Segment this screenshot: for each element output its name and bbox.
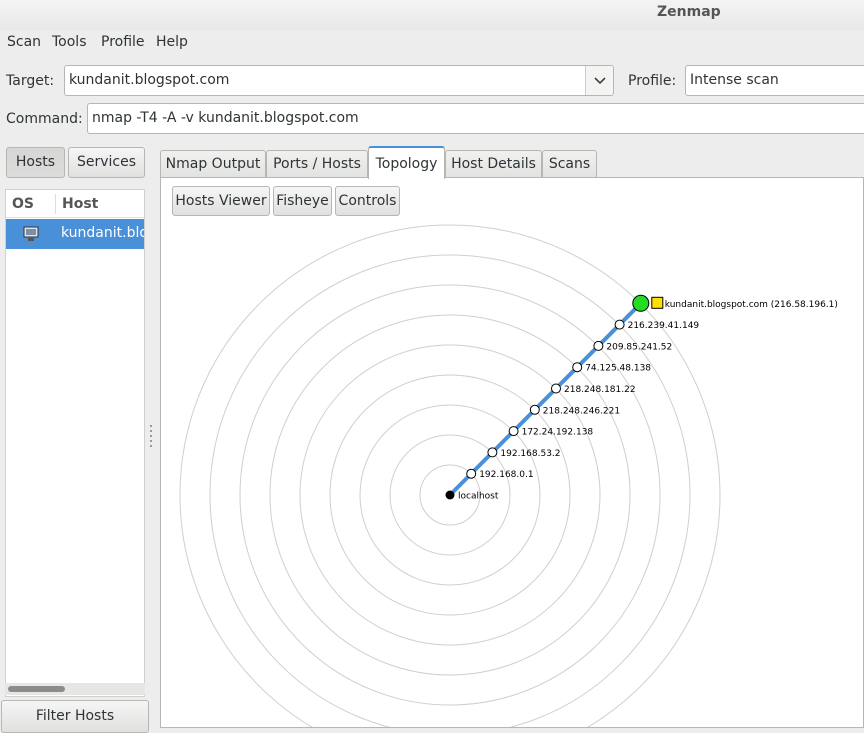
services-button[interactable]: Services — [68, 147, 145, 178]
monitor-icon — [23, 226, 39, 241]
menu-tools[interactable]: Tools — [52, 34, 87, 50]
command-label: Command: — [6, 111, 83, 127]
topology-edge — [448, 301, 643, 497]
node-label: localhost — [458, 492, 499, 502]
host-row[interactable]: kundanit.blog — [6, 219, 144, 249]
window-title: Zenmap — [657, 4, 721, 20]
column-host[interactable]: Host — [62, 196, 98, 212]
tab-topology[interactable]: Topology — [368, 146, 445, 179]
hosts-list: OS Host kundanit.blog — [5, 189, 145, 697]
target-label: Target: — [6, 73, 55, 89]
node-hop[interactable]: 218.248.246.221 — [529, 404, 620, 416]
node-hop[interactable]: 74.125.48.138 — [572, 362, 652, 374]
node-hop[interactable]: 209.85.241.52 — [593, 340, 672, 352]
title-bar: Zenmap — [0, 0, 864, 30]
hosts-list-header: OS Host — [6, 190, 144, 218]
chevron-down-icon — [594, 77, 606, 85]
node-label: 218.248.181.22 — [564, 385, 636, 395]
target-dropdown-button[interactable] — [585, 66, 613, 95]
node-hop[interactable]: 216.239.41.149 — [614, 319, 700, 331]
topology-panel: Hosts Viewer Fisheye Controls localhost 1… — [160, 177, 864, 728]
tab-ports-hosts[interactable]: Ports / Hosts — [266, 150, 368, 178]
tab-nmap-output[interactable]: Nmap Output — [160, 150, 266, 178]
scrollbar-thumb[interactable] — [8, 686, 65, 692]
menu-scan[interactable]: Scan — [7, 34, 41, 50]
node-hop[interactable]: 218.248.181.22 — [551, 383, 636, 395]
profile-value[interactable]: Intense scan — [690, 72, 779, 88]
node-label: 192.168.53.2 — [500, 449, 560, 459]
node-label: kundanit.blogspot.com (216.58.196.1) — [665, 300, 838, 310]
host-name[interactable]: kundanit.blog — [61, 225, 144, 241]
profile-combo[interactable]: Intense scan — [685, 65, 864, 96]
node-hop[interactable]: 172.24.192.138 — [508, 426, 594, 438]
hosts-horizontal-scrollbar[interactable] — [5, 683, 145, 695]
node-hop[interactable]: 192.168.53.2 — [487, 447, 561, 459]
node-label: 209.85.241.52 — [606, 342, 672, 352]
target-combo[interactable]: kundanit.blogspot.com — [64, 65, 614, 96]
menu-profile[interactable]: Profile — [101, 34, 145, 50]
pane-resize-handle[interactable] — [150, 425, 153, 451]
shield-icon — [651, 296, 664, 309]
tab-host-details[interactable]: Host Details — [445, 150, 542, 178]
filter-hosts-button[interactable]: Filter Hosts — [1, 700, 149, 733]
node-label: 216.239.41.149 — [628, 321, 700, 331]
command-value[interactable]: nmap -T4 -A -v kundanit.blogspot.com — [92, 110, 359, 126]
node-label: 172.24.192.138 — [522, 428, 594, 438]
node-label: 192.168.0.1 — [479, 470, 533, 480]
node-target-host[interactable]: kundanit.blogspot.com (216.58.196.1) — [632, 294, 838, 312]
topology-graph[interactable]: localhost 192.168.0.1 192.168.53.2 172.24.1… — [161, 178, 863, 727]
profile-label: Profile: — [628, 73, 677, 89]
node-label: 74.125.48.138 — [585, 364, 651, 374]
tab-scans[interactable]: Scans — [542, 150, 597, 178]
command-input[interactable]: nmap -T4 -A -v kundanit.blogspot.com — [87, 103, 864, 134]
column-os[interactable]: OS — [12, 196, 34, 212]
menu-help[interactable]: Help — [156, 34, 188, 50]
target-value[interactable]: kundanit.blogspot.com — [69, 72, 229, 88]
node-label: 218.248.246.221 — [543, 406, 620, 416]
hosts-button[interactable]: Hosts — [6, 147, 65, 178]
